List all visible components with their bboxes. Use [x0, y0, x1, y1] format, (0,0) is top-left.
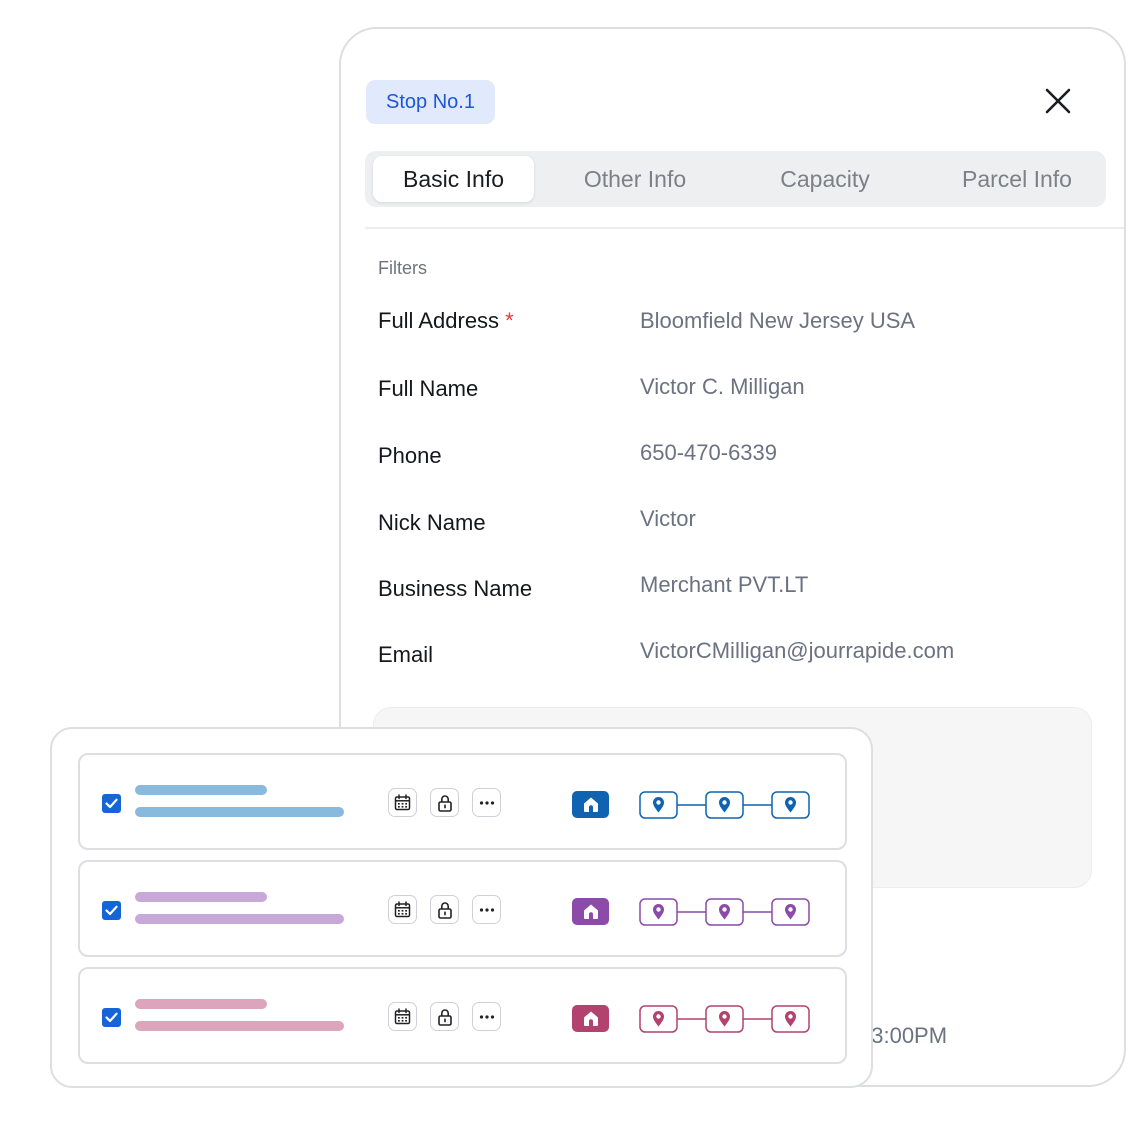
route-stops	[639, 898, 810, 926]
tab-bar: Basic Info Other Info Capacity Parcel In…	[365, 151, 1106, 207]
schedule-button[interactable]	[388, 1002, 417, 1031]
stop-number-badge: Stop No.1	[366, 80, 495, 124]
row-checkbox[interactable]	[102, 901, 121, 920]
map-pin-dot	[722, 800, 727, 805]
tab-capacity[interactable]: Capacity	[745, 156, 905, 202]
nick-name-value: Victor	[640, 506, 696, 531]
more-options-button[interactable]	[472, 788, 501, 817]
route-row[interactable]	[78, 967, 847, 1064]
filters-heading: Filters	[378, 258, 427, 278]
map-pin-dot	[656, 1014, 661, 1019]
row-subtitle-placeholder	[135, 914, 344, 924]
map-pin-dot	[656, 800, 661, 805]
depot-home-button[interactable]	[572, 791, 609, 818]
more-options-button[interactable]	[472, 1002, 501, 1031]
route-row[interactable]	[78, 753, 847, 850]
route-stop-pin[interactable]	[705, 791, 744, 819]
home-icon	[583, 904, 598, 919]
business-name-label: Business Name	[378, 576, 533, 601]
row-subtitle-placeholder	[135, 807, 344, 817]
map-pin-dot	[722, 1014, 727, 1019]
checkbox-checked-icon	[105, 905, 118, 916]
row-checkbox[interactable]	[102, 794, 121, 813]
more-icon	[479, 907, 494, 912]
calendar-icon	[394, 794, 411, 811]
phone-value: 650-470-6339	[640, 440, 778, 465]
lock-button[interactable]	[430, 788, 459, 817]
calendar-icon	[394, 1008, 411, 1025]
depot-home-button[interactable]	[572, 898, 609, 925]
route-stops	[639, 791, 810, 819]
route-stop-pin[interactable]	[705, 898, 744, 926]
nick-name-label: Nick Name	[378, 510, 486, 535]
more-icon	[479, 800, 494, 805]
checkbox-checked-icon	[105, 798, 118, 809]
lock-icon	[437, 794, 452, 812]
route-stop-pin[interactable]	[639, 898, 678, 926]
route-stop-pin[interactable]	[639, 791, 678, 819]
schedule-button[interactable]	[388, 788, 417, 817]
map-pin-dot	[722, 907, 727, 912]
map-pin-dot	[788, 1014, 793, 1019]
lock-icon	[437, 1008, 452, 1026]
map-pin-dot	[788, 800, 793, 805]
row-subtitle-placeholder	[135, 1021, 344, 1031]
calendar-icon	[394, 901, 411, 918]
route-stops	[639, 1005, 810, 1033]
row-title-placeholder	[135, 892, 267, 902]
route-list-card	[50, 727, 873, 1088]
email-label: Email	[378, 642, 434, 667]
tab-parcel-info[interactable]: Parcel Info	[937, 156, 1097, 202]
business-name-value: Merchant PVT.LT	[640, 572, 809, 597]
route-stop-pin[interactable]	[771, 898, 810, 926]
schedule-button[interactable]	[388, 895, 417, 924]
full-address-value: Bloomfield New Jersey USA	[640, 308, 916, 333]
route-stop-pin[interactable]	[771, 1005, 810, 1033]
close-button[interactable]	[1041, 84, 1075, 118]
lock-icon	[437, 901, 452, 919]
phone-label: Phone	[378, 443, 442, 468]
map-pin-dot	[788, 907, 793, 912]
route-stop-pin[interactable]	[705, 1005, 744, 1033]
row-title-placeholder	[135, 785, 267, 795]
full-address-label-text: Full Address	[378, 308, 500, 333]
checkbox-checked-icon	[105, 1012, 118, 1023]
lock-button[interactable]	[430, 1002, 459, 1031]
tab-basic-info[interactable]: Basic Info	[373, 156, 534, 202]
row-checkbox[interactable]	[102, 1008, 121, 1027]
home-icon	[583, 1011, 598, 1026]
route-row[interactable]	[78, 860, 847, 957]
full-name-value: Victor C. Milligan	[640, 374, 805, 399]
divider	[365, 227, 1124, 229]
lock-button[interactable]	[430, 895, 459, 924]
email-value: VictorCMilligan@jourrapide.com	[640, 638, 955, 663]
depot-home-button[interactable]	[572, 1005, 609, 1032]
full-address-label: Full Address *	[378, 308, 514, 334]
route-stop-pin[interactable]	[639, 1005, 678, 1033]
map-pin-dot	[656, 907, 661, 912]
full-name-label: Full Name	[378, 376, 479, 401]
row-title-placeholder	[135, 999, 267, 1009]
more-icon	[479, 1014, 494, 1019]
route-stop-pin[interactable]	[771, 791, 810, 819]
close-icon	[1045, 88, 1071, 114]
home-icon	[583, 797, 598, 812]
required-asterisk: *	[505, 308, 514, 333]
tab-other-info[interactable]: Other Info	[555, 156, 715, 202]
more-options-button[interactable]	[472, 895, 501, 924]
